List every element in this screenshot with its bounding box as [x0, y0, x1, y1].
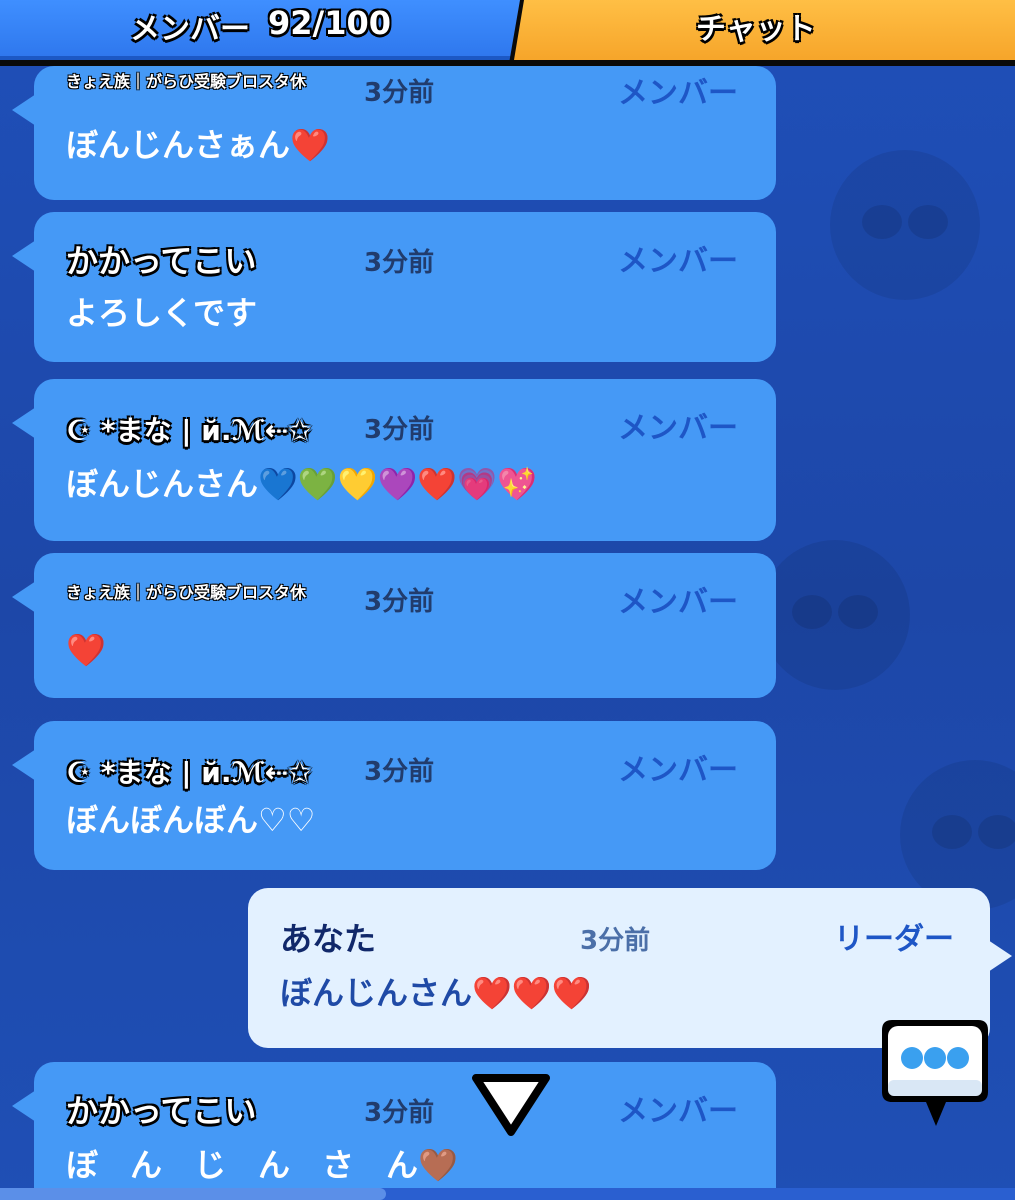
tab-members-label: メンバー	[130, 12, 250, 47]
sender-role: メンバー	[618, 753, 738, 788]
message-text: ぼ ん じ ん さ ん🤎	[66, 1146, 458, 1184]
chat-message[interactable]: きょえ族｜がらひ受験ブロスタ休 3分前 メンバー ぼんじんさぁん❤️	[12, 66, 776, 200]
chat-message[interactable]: きょえ族｜がらひ受験ブロスタ休 3分前 メンバー ❤️	[12, 553, 776, 698]
message-text: よろしくです	[66, 294, 258, 332]
message-time: 3分前	[364, 757, 435, 787]
sender-role: メンバー	[618, 244, 738, 279]
scroll-bar[interactable]	[0, 1188, 1015, 1200]
message-time: 3分前	[364, 78, 435, 108]
background-skull-icon	[760, 540, 910, 690]
sender-name[interactable]: かかってこい	[66, 1086, 256, 1132]
sender-name[interactable]: あなた	[280, 914, 376, 960]
chat-message[interactable]: ☪︎ *まな | й.ℳ⇠✩ 3分前 メンバー ぼんじんさん💙💚💛💜❤️💗💖	[12, 379, 776, 541]
sender-role: メンバー	[618, 411, 738, 446]
sender-name[interactable]: きょえ族｜がらひ受験ブロスタ休	[66, 579, 306, 603]
chat-message[interactable]: かかってこい 3分前 メンバー ぼ ん じ ん さ ん🤎	[12, 1062, 776, 1188]
message-time: 3分前	[364, 587, 435, 617]
message-text: ❤️	[66, 631, 106, 669]
sender-role: リーダー	[834, 922, 954, 957]
message-text: ぼんぼんぼん♡♡	[66, 801, 316, 839]
sender-role: メンバー	[618, 585, 738, 620]
sender-name[interactable]: ☪︎ *まな | й.ℳ⇠✩	[66, 751, 312, 791]
message-text: ぼんじんさん💙💚💛💜❤️💗💖	[66, 465, 537, 503]
sender-name[interactable]: かかってこい	[66, 236, 256, 282]
chat-bubble-icon[interactable]	[876, 1014, 994, 1132]
message-text: ぼんじんさん❤️❤️❤️	[280, 974, 592, 1012]
sender-role: メンバー	[618, 76, 738, 111]
chat-message[interactable]: ☪︎ *まな | й.ℳ⇠✩ 3分前 メンバー ぼんぼんぼん♡♡	[12, 721, 776, 870]
tab-chat-label: チャット	[696, 12, 816, 47]
sender-name[interactable]: きょえ族｜がらひ受験ブロスタ休	[66, 68, 306, 92]
message-time: 3分前	[580, 926, 651, 956]
tab-bar: メンバー 92/100 チャット	[0, 0, 1015, 66]
chat-message[interactable]: かかってこい 3分前 メンバー よろしくです	[12, 212, 776, 362]
background-skull-icon	[830, 150, 980, 300]
member-count: 92/100	[268, 4, 392, 42]
message-time: 3分前	[364, 415, 435, 445]
tab-members[interactable]	[0, 0, 520, 60]
message-time: 3分前	[364, 248, 435, 278]
sender-role: メンバー	[618, 1094, 738, 1129]
scroll-down-icon[interactable]	[470, 1072, 552, 1138]
message-time: 3分前	[364, 1098, 435, 1128]
scroll-progress	[0, 1188, 386, 1200]
sender-name[interactable]: ☪︎ *まな | й.ℳ⇠✩	[66, 409, 312, 449]
message-text: ぼんじんさぁん❤️	[66, 126, 330, 164]
